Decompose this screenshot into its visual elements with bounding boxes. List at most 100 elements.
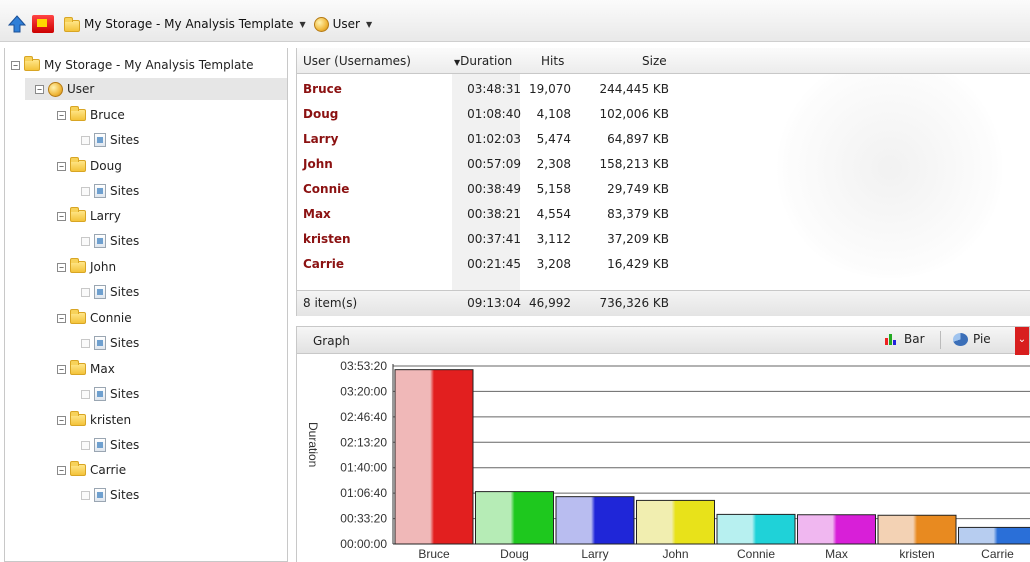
collapse-icon[interactable]: − (57, 161, 66, 171)
collapse-icon[interactable]: − (57, 364, 66, 374)
collapse-icon[interactable]: − (35, 84, 44, 94)
tree-item-label: Connie (90, 311, 132, 325)
user-name-cell: kristen (303, 232, 351, 246)
tree-item-sites[interactable]: Sites (81, 180, 139, 202)
duration-cell: 01:02:03 (467, 132, 521, 146)
y-tick-label: 03:53:20 (340, 359, 387, 373)
collapse-icon[interactable]: − (57, 211, 66, 221)
collapse-graph-button[interactable]: ⌄ (1015, 327, 1029, 355)
x-tick-label: Doug (500, 547, 529, 561)
table-row[interactable]: John 00:57:09 2,308 158,213 KB (297, 152, 1030, 177)
tree-item-label: Sites (110, 336, 140, 350)
user-name-cell: Doug (303, 107, 339, 121)
y-tick-label: 02:13:20 (340, 435, 387, 449)
chevron-down-icon[interactable]: ▼ (366, 20, 372, 29)
checkbox[interactable] (81, 236, 90, 246)
tree-item-user-node[interactable]: − Doug (57, 155, 122, 177)
column-header-label: Duration (460, 54, 513, 68)
hits-cell: 5,158 (536, 182, 571, 196)
duration-cell: 01:08:40 (467, 107, 521, 121)
bar-larry (555, 496, 635, 545)
tree-item-user-node[interactable]: − Max (57, 358, 115, 380)
y-tick-label: 02:46:40 (340, 410, 387, 424)
user-name-cell: Bruce (303, 82, 342, 96)
up-arrow-button[interactable] (6, 14, 28, 34)
tree-item-sites[interactable]: Sites (81, 129, 139, 151)
column-header-size[interactable]: Size (642, 54, 667, 68)
table-row[interactable]: Bruce 03:48:31 19,070 244,445 KB (297, 77, 1030, 102)
sites-report-icon (94, 285, 106, 299)
tree-item-user-node[interactable]: − John (57, 256, 116, 278)
checkbox[interactable] (81, 440, 90, 450)
collapse-icon[interactable]: − (57, 465, 66, 475)
tree-item-sites[interactable]: Sites (81, 332, 139, 354)
tree-item-sites[interactable]: Sites (81, 383, 139, 405)
tree-item-user-node[interactable]: − Bruce (57, 104, 125, 126)
user-name-cell: Carrie (303, 257, 344, 271)
table-row[interactable]: Doug 01:08:40 4,108 102,006 KB (297, 102, 1030, 127)
checkbox[interactable] (81, 135, 90, 145)
duration-cell: 00:38:21 (467, 207, 521, 221)
checkbox[interactable] (81, 186, 90, 196)
bar-kristen (877, 514, 957, 545)
table-row[interactable]: kristen 00:37:41 3,112 37,209 KB (297, 227, 1030, 252)
bar-chart-button[interactable]: Bar (885, 332, 925, 346)
checkbox[interactable] (81, 490, 90, 500)
breadcrumb-storage[interactable]: My Storage - My Analysis Template (84, 17, 293, 31)
flag-button[interactable] (32, 14, 54, 34)
chevron-down-icon[interactable]: ▼ (299, 20, 305, 29)
tree-item-user-node[interactable]: − Larry (57, 205, 121, 227)
duration-cell: 00:38:49 (467, 182, 521, 196)
checkbox[interactable] (81, 389, 90, 399)
size-cell: 64,897 KB (607, 132, 669, 146)
tree-item-label: Sites (110, 488, 140, 502)
tree-item-user[interactable]: − User (25, 78, 287, 100)
bar-john (636, 499, 715, 545)
tree-item-user-node[interactable]: − Carrie (57, 459, 126, 481)
x-tick-label: Larry (581, 547, 608, 561)
duration-cell: 03:48:31 (467, 82, 521, 96)
tree-item-label: Bruce (90, 108, 125, 122)
table-row[interactable]: Connie 00:38:49 5,158 29,749 KB (297, 177, 1030, 202)
chart-svg: 00:00:00 00:33:20 01:06:40 01:40:00 02:13:20… (306, 359, 1030, 561)
folder-icon (70, 207, 86, 222)
collapse-icon[interactable]: − (57, 415, 66, 425)
tree-item-sites[interactable]: Sites (81, 434, 139, 456)
size-cell: 83,379 KB (607, 207, 669, 221)
y-tick-label: 03:20:00 (340, 384, 387, 398)
tree-item-sites[interactable]: Sites (81, 230, 139, 252)
column-header-user[interactable]: User (Usernames) (303, 54, 411, 68)
folder-icon (70, 360, 86, 375)
pie-chart-button[interactable]: Pie (953, 332, 991, 346)
tree-item-root[interactable]: − My Storage - My Analysis Template (11, 54, 253, 76)
red-flag-icon (32, 15, 54, 33)
column-header-duration[interactable]: ▼Duration (454, 54, 512, 68)
collapse-icon[interactable]: − (57, 313, 66, 323)
y-tick-label: 01:40:00 (340, 461, 387, 475)
tree-item-user-node[interactable]: − kristen (57, 409, 131, 431)
checkbox[interactable] (81, 338, 90, 348)
table-row[interactable]: Carrie 00:21:45 3,208 16,429 KB (297, 252, 1030, 277)
user-name-cell: Larry (303, 132, 339, 146)
tree-item-label: My Storage - My Analysis Template (44, 58, 254, 72)
checkbox[interactable] (81, 287, 90, 297)
folder-icon (70, 157, 86, 172)
table-row[interactable]: Larry 01:02:03 5,474 64,897 KB (297, 127, 1030, 152)
y-tick-label: 01:06:40 (340, 486, 387, 500)
collapse-icon[interactable]: − (57, 110, 66, 120)
toolbar-separator (940, 331, 941, 349)
table-row[interactable]: Max 00:38:21 4,554 83,379 KB (297, 202, 1030, 227)
x-tick-label: John (662, 547, 688, 561)
sites-report-icon (94, 133, 106, 147)
tree-item-sites[interactable]: Sites (81, 281, 139, 303)
tree-item-sites[interactable]: Sites (81, 484, 139, 506)
tree-item-label: Sites (110, 387, 140, 401)
column-header-hits[interactable]: Hits (541, 54, 564, 68)
tree-item-user-node[interactable]: − Connie (57, 307, 132, 329)
collapse-icon[interactable]: − (57, 262, 66, 272)
breadcrumb-user[interactable]: User (333, 17, 360, 31)
sites-report-icon (94, 387, 106, 401)
bar-max (797, 514, 876, 545)
collapse-icon[interactable]: − (11, 60, 20, 70)
toolbar-row: My Storage - My Analysis Template ▼ User… (6, 14, 376, 34)
